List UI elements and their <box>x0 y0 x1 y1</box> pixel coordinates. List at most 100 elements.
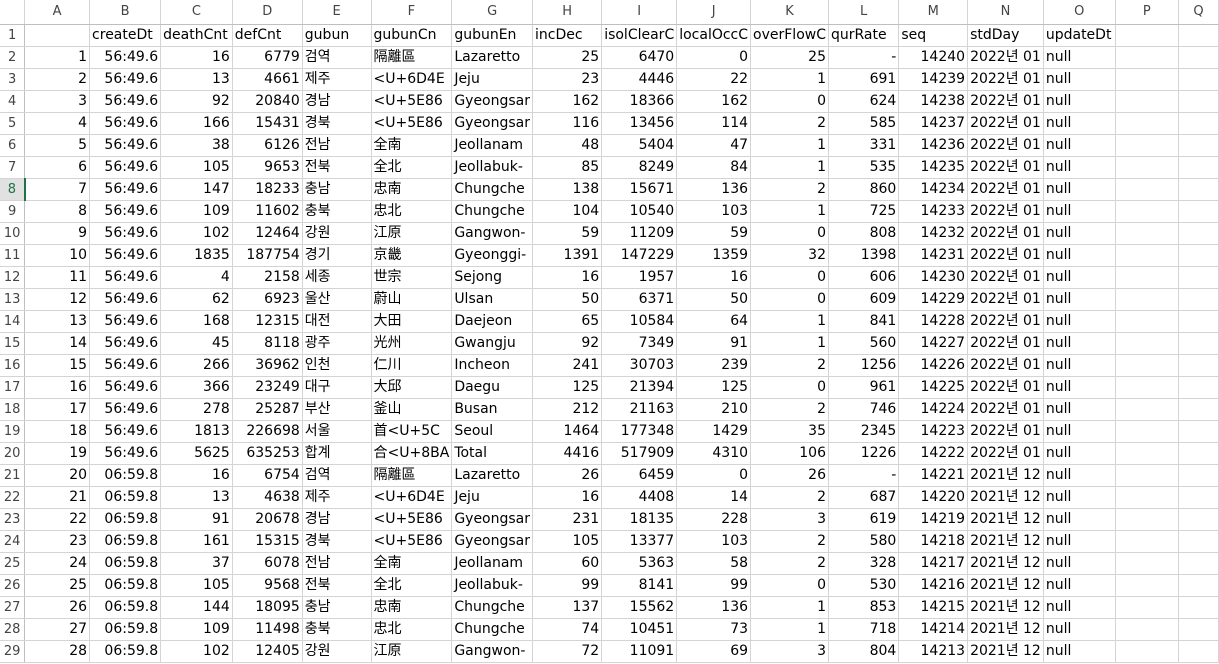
row-header[interactable]: 24 <box>0 530 26 553</box>
cell[interactable]: 1398 <box>828 244 900 267</box>
cell[interactable]: 16 <box>24 376 91 399</box>
cell[interactable]: 忠南 <box>371 596 453 619</box>
cell[interactable]: 56:49.6 <box>89 442 162 465</box>
cell[interactable]: 13 <box>24 310 91 333</box>
cell[interactable] <box>1115 354 1180 377</box>
cell[interactable]: 光州 <box>371 332 453 355</box>
cell[interactable]: 2021년 12 <box>967 618 1044 641</box>
cell[interactable]: 1 <box>750 200 829 223</box>
cell[interactable]: 8118 <box>232 332 303 355</box>
cell[interactable]: 仁川 <box>371 354 453 377</box>
cell[interactable] <box>1115 68 1180 91</box>
cell[interactable] <box>1178 464 1219 487</box>
cell[interactable]: 2 <box>750 486 829 509</box>
cell[interactable] <box>1178 530 1219 553</box>
cell[interactable]: null <box>1043 530 1116 553</box>
cell[interactable]: 전남 <box>302 552 372 575</box>
row-header[interactable]: 15 <box>0 332 26 355</box>
cell[interactable]: 12315 <box>232 310 303 333</box>
cell[interactable]: 58 <box>676 552 752 575</box>
cell[interactable]: 2021년 12 <box>967 486 1044 509</box>
cell[interactable]: 136 <box>676 178 752 201</box>
cell[interactable]: 853 <box>828 596 900 619</box>
cell[interactable]: 3 <box>750 640 829 663</box>
cell[interactable]: null <box>1043 90 1116 113</box>
cell[interactable]: 56:49.6 <box>89 288 162 311</box>
cell[interactable]: 147 <box>160 178 233 201</box>
cell[interactable]: 2022년 01 <box>967 178 1044 201</box>
cell[interactable]: Jeollanam <box>451 552 534 575</box>
cell[interactable]: Total <box>451 442 534 465</box>
cell[interactable]: 14215 <box>898 596 969 619</box>
cell[interactable]: 전북 <box>302 156 372 179</box>
cell[interactable]: 22 <box>676 68 752 91</box>
cell[interactable] <box>1115 618 1180 641</box>
cell[interactable]: 231 <box>532 508 603 531</box>
cell[interactable]: 8 <box>24 200 91 223</box>
cell[interactable]: 강원 <box>302 222 372 245</box>
cell[interactable]: 충남 <box>302 178 372 201</box>
cell[interactable]: 56:49.6 <box>89 90 162 113</box>
cell[interactable]: 1 <box>750 618 829 641</box>
cell[interactable]: 2021년 12 <box>967 464 1044 487</box>
cell[interactable]: 江原 <box>371 640 453 663</box>
cell[interactable]: 16 <box>532 486 603 509</box>
cell[interactable]: 11498 <box>232 618 303 641</box>
cell[interactable]: 56:49.6 <box>89 376 162 399</box>
cell[interactable]: 2022년 01 <box>967 354 1044 377</box>
cell[interactable]: 4 <box>24 112 91 135</box>
cell[interactable]: 06:59.8 <box>89 574 162 597</box>
cell[interactable]: 4310 <box>676 442 752 465</box>
cell[interactable]: null <box>1043 310 1116 333</box>
cell[interactable]: 530 <box>828 574 900 597</box>
cell[interactable]: 15 <box>24 354 91 377</box>
cell[interactable] <box>1115 288 1180 311</box>
cell[interactable] <box>1178 156 1219 179</box>
cell[interactable]: 26 <box>24 596 91 619</box>
cell[interactable]: 624 <box>828 90 900 113</box>
cell[interactable]: 2022년 01 <box>967 376 1044 399</box>
column-header-h[interactable]: H <box>532 0 603 25</box>
cell[interactable]: 28 <box>24 640 91 663</box>
cell[interactable]: 14234 <box>898 178 969 201</box>
cell[interactable] <box>1178 134 1219 157</box>
cell[interactable]: 69 <box>676 640 752 663</box>
cell[interactable] <box>1178 442 1219 465</box>
cell[interactable]: 合<U+8BA <box>371 442 453 465</box>
cell[interactable]: 619 <box>828 508 900 531</box>
cell[interactable]: qurRate <box>828 24 900 47</box>
cell[interactable]: Jeollanam <box>451 134 534 157</box>
row-header[interactable]: 9 <box>0 200 26 223</box>
cell[interactable] <box>1178 200 1219 223</box>
cell[interactable] <box>1115 376 1180 399</box>
cell[interactable]: 14226 <box>898 354 969 377</box>
cell[interactable]: Jeollabuk- <box>451 156 534 179</box>
cell[interactable]: 725 <box>828 200 900 223</box>
cell[interactable]: 24 <box>24 552 91 575</box>
cell[interactable]: 14238 <box>898 90 969 113</box>
cell[interactable]: 경남 <box>302 90 372 113</box>
cell[interactable]: 74 <box>532 618 603 641</box>
cell[interactable]: 25287 <box>232 398 303 421</box>
cell[interactable]: 蔚山 <box>371 288 453 311</box>
cell[interactable] <box>1115 398 1180 421</box>
cell[interactable]: 1464 <box>532 420 603 443</box>
cell[interactable]: 18233 <box>232 178 303 201</box>
cell[interactable]: 84 <box>676 156 752 179</box>
cell[interactable]: 35 <box>750 420 829 443</box>
cell[interactable]: Daejeon <box>451 310 534 333</box>
cell[interactable]: 14220 <box>898 486 969 509</box>
cell[interactable]: 14223 <box>898 420 969 443</box>
cell[interactable]: null <box>1043 112 1116 135</box>
cell[interactable] <box>1115 552 1180 575</box>
cell[interactable]: 15315 <box>232 530 303 553</box>
cell[interactable]: Gyeongsar <box>451 508 534 531</box>
cell[interactable]: 59 <box>532 222 603 245</box>
cell[interactable]: localOccC <box>676 24 752 47</box>
cell[interactable]: 2158 <box>232 266 303 289</box>
cell[interactable]: 23 <box>532 68 603 91</box>
cell[interactable]: 4446 <box>601 68 678 91</box>
cell[interactable]: 56:49.6 <box>89 200 162 223</box>
cell[interactable] <box>1115 574 1180 597</box>
cell[interactable]: - <box>828 464 900 487</box>
